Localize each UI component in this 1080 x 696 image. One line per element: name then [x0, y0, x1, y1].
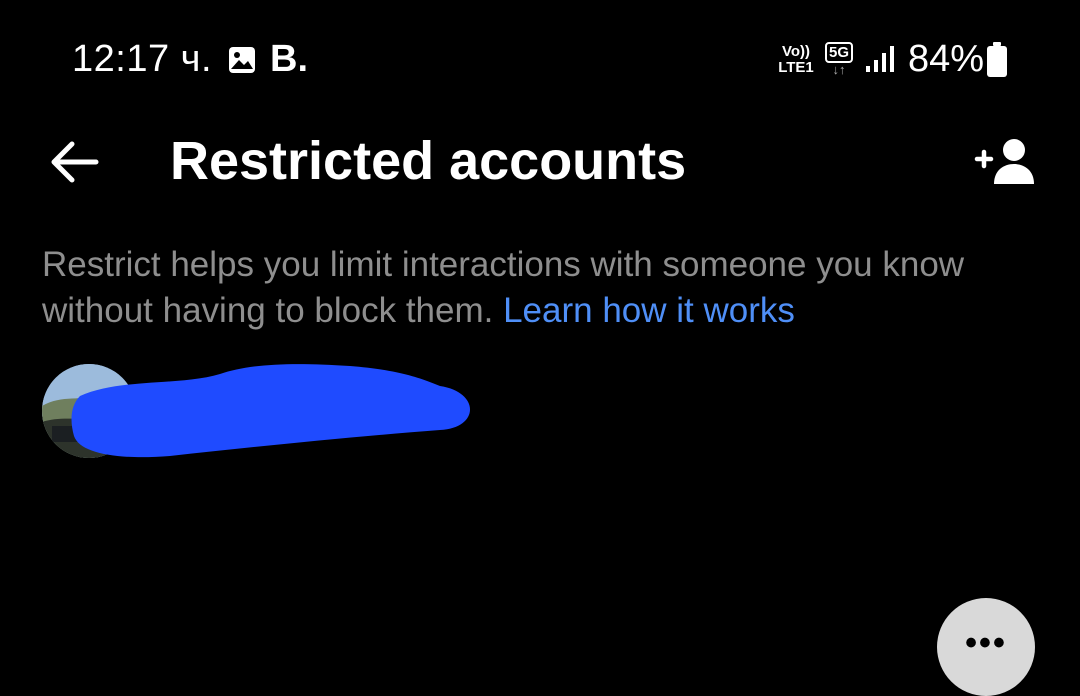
add-person-icon: [974, 139, 1034, 184]
volte-indicator: Vo)) LTE1: [775, 44, 817, 76]
redacted-username: [71, 364, 471, 458]
more-options-button[interactable]: •••: [937, 598, 1035, 696]
network-type-label: 5G: [824, 42, 853, 63]
more-horizontal-icon: •••: [965, 624, 1007, 662]
back-button[interactable]: [44, 136, 104, 188]
battery-percent: 84%: [908, 38, 985, 80]
notification-app-letter: B.: [270, 38, 308, 80]
gallery-icon: [229, 47, 255, 73]
add-restricted-account-button[interactable]: [974, 136, 1038, 190]
restrict-description: Restrict helps you limit interactions wi…: [42, 242, 1042, 334]
signal-icon: [866, 46, 894, 72]
lte-label: LTE1: [778, 59, 814, 76]
status-bar: 12:17 ч. B. Vo)) LTE1 5G ↓↑ 84%: [0, 0, 1080, 120]
arrow-left-icon: [51, 141, 99, 183]
volte-label: Vo)): [781, 43, 811, 60]
network-arrows-icon: ↓↑: [832, 62, 846, 77]
status-time: 12:17 ч.: [72, 38, 213, 80]
restricted-account-row[interactable]: [0, 356, 1080, 466]
page-title: Restricted accounts: [170, 131, 687, 191]
network-indicator: 5G ↓↑: [822, 42, 856, 77]
learn-how-it-works-link[interactable]: Learn how it works: [503, 291, 795, 330]
battery-icon: [987, 42, 1007, 77]
